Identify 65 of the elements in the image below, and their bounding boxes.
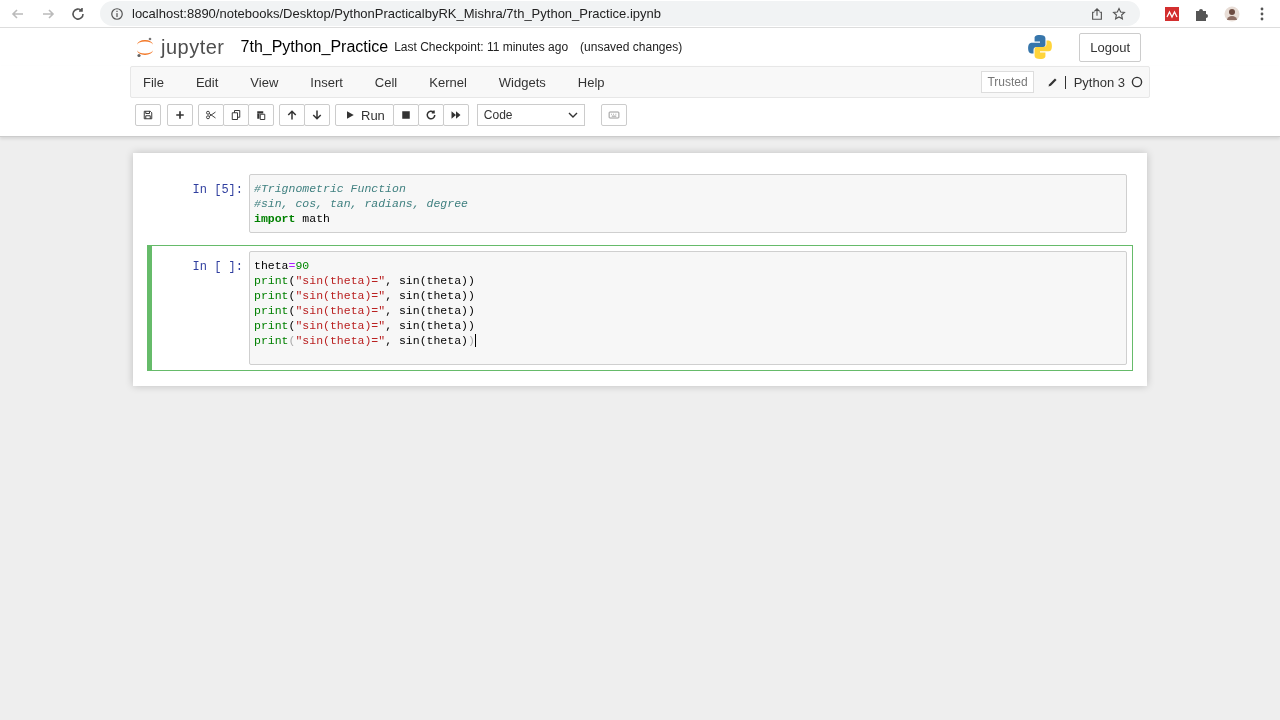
copy-button[interactable] (223, 104, 249, 126)
scissors-icon (205, 109, 217, 121)
jupyter-wordmark[interactable]: jupyter (161, 35, 225, 59)
move-up-button[interactable] (279, 104, 305, 126)
menu-item[interactable]: Widgets (498, 74, 546, 90)
checkpoint-text: Last Checkpoint: 11 minutes ago (394, 40, 569, 54)
keyboard-icon (607, 109, 620, 121)
input-prompt: In [ ]: (191, 259, 244, 276)
menu-item[interactable]: Help (577, 74, 605, 90)
star-icon[interactable] (1112, 6, 1126, 21)
code-cell[interactable]: In [ ]: theta=90 print("sin(theta)=", sin(theta)) print("sin(theta)=", sin(theta)) print("sin(theta)=", sin(theta)) print("sin(theta)=", sin(theta)) print("sin(theta)=", sin(theta)) (147, 245, 1133, 371)
arrow-down-icon (311, 109, 323, 121)
fast-forward-icon (449, 109, 462, 121)
restart-button[interactable] (417, 104, 444, 126)
code-editor[interactable]: #Trignometric Function #sin, cos, tan, radians, degree import math (249, 174, 1127, 233)
menu-item[interactable]: View (250, 74, 279, 90)
address-bar[interactable]: localhost:8890/notebooks/Desktop/PythonPracticalbyRK_Mishra/7th_Python_Practice.ipynb (100, 1, 1140, 26)
copy-icon (230, 109, 242, 121)
kernel-name[interactable]: Python 3 (1073, 74, 1125, 90)
plus-icon (174, 109, 186, 121)
run-button[interactable]: Run (335, 104, 394, 126)
code-line: #sin, cos, tan, radians, degree (254, 196, 469, 211)
info-icon[interactable] (110, 6, 124, 21)
code-line: theta=90 (254, 258, 311, 273)
input-prompt: In [5]: (191, 182, 244, 199)
menu-item[interactable]: Cell (374, 74, 398, 90)
arrow-up-icon (286, 109, 298, 121)
cell-type-dropdown[interactable]: Code (476, 104, 585, 126)
jupyter-logo-icon[interactable] (135, 36, 155, 58)
save-icon (142, 109, 154, 121)
save-button[interactable] (135, 104, 161, 126)
extension-icon[interactable] (1164, 5, 1180, 22)
menu-item[interactable]: File (143, 74, 164, 90)
code-editor[interactable]: theta=90 print("sin(theta)=", sin(theta)) print("sin(theta)=", sin(theta)) print("sin(theta)=", sin(theta)) print("sin(theta)=", sin(theta)) print("sin(theta)=", sin(theta)) (249, 251, 1127, 365)
logout-button[interactable]: Logout (1079, 32, 1141, 62)
notebook-name[interactable]: 7th_Python_Practice (240, 38, 389, 56)
stop-button[interactable] (392, 104, 419, 126)
code-line: import math (254, 211, 331, 226)
menu-item[interactable]: Edit (195, 74, 219, 90)
restart-icon (424, 109, 437, 121)
trusted-indicator[interactable]: Trusted (981, 71, 1034, 93)
code-line: print("sin(theta)=", sin(theta)) (254, 333, 477, 348)
stop-icon (399, 109, 412, 121)
autosave-status: (unsaved changes) (580, 40, 683, 54)
caret-icon (567, 112, 578, 118)
menu-item[interactable]: Kernel (429, 74, 467, 90)
move-down-button[interactable] (304, 104, 330, 126)
pencil-icon[interactable] (1045, 75, 1066, 89)
add-cell-button[interactable] (167, 104, 193, 126)
play-icon (344, 109, 356, 121)
avatar-icon[interactable] (1224, 5, 1240, 22)
code-line: print("sin(theta)=", sin(theta)) (254, 273, 476, 288)
code-cell[interactable]: In [5]: #Trignometric Function #sin, cos, tan, radians, degree import math (147, 168, 1133, 239)
paste-icon (255, 109, 267, 121)
share-icon[interactable] (1090, 6, 1104, 21)
code-line: #Trignometric Function (254, 181, 407, 196)
code-line: print("sin(theta)=", sin(theta)) (254, 318, 476, 333)
fast-forward-button[interactable] (442, 104, 469, 126)
paste-button[interactable] (248, 104, 274, 126)
code-line: print("sin(theta)=", sin(theta)) (254, 288, 476, 303)
code-line: print("sin(theta)=", sin(theta)) (254, 303, 476, 318)
cut-button[interactable] (198, 104, 224, 126)
reload-icon[interactable] (70, 5, 86, 22)
python-logo-icon (1027, 34, 1054, 60)
menu-item[interactable]: Insert (310, 74, 343, 90)
